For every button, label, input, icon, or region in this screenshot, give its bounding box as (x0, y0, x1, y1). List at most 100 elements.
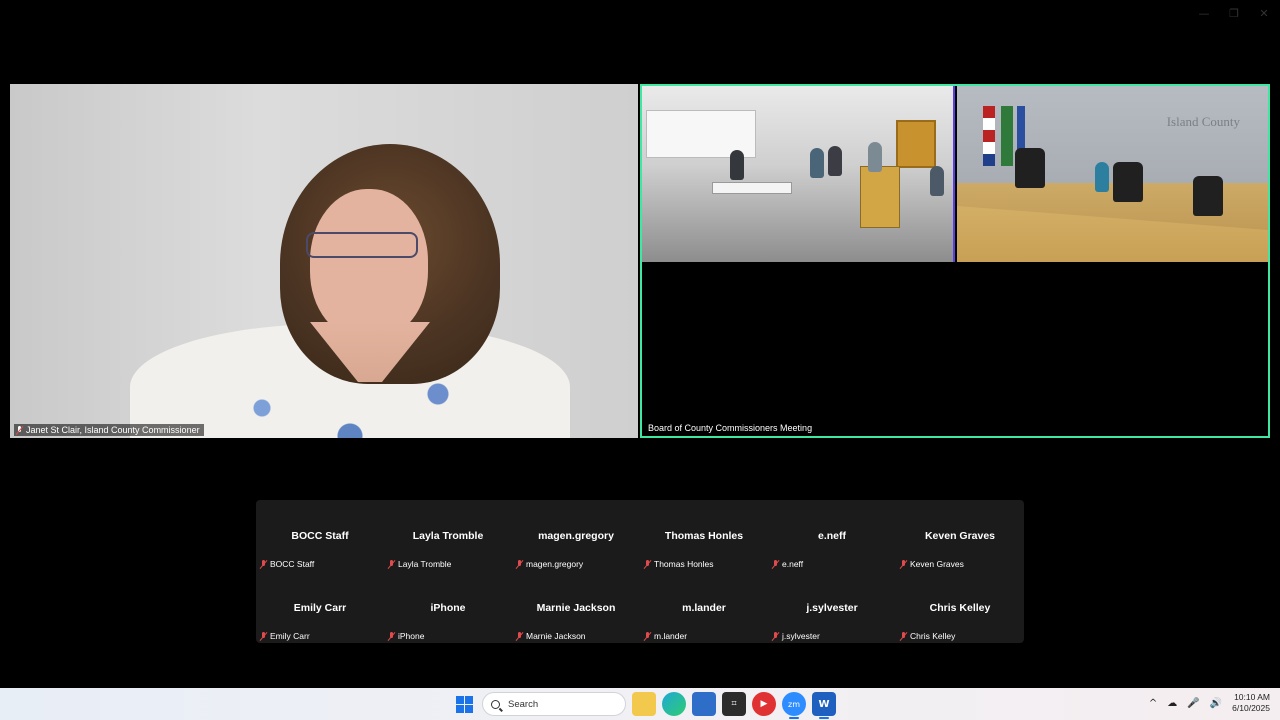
participant-tile[interactable]: j.sylvester j.sylvester (768, 572, 896, 644)
participant-tag-label: Layla Tromble (398, 559, 452, 569)
close-icon[interactable]: ✕ (1256, 6, 1272, 22)
participant-tag-label: Chris Kelley (910, 631, 956, 641)
commissioner-person (1095, 162, 1109, 192)
participant-name-tag: Layla Tromble (388, 559, 451, 569)
participant-display-name: Marnie Jackson (536, 602, 616, 614)
mic-muted-icon (644, 559, 651, 569)
participant-name-tag: magen.gregory (516, 559, 583, 569)
clock-time: 10:10 AM (1234, 692, 1270, 702)
clock-date: 6/10/2025 (1232, 703, 1270, 713)
active-indicator (819, 717, 829, 719)
zoom-icon[interactable]: zm (782, 692, 806, 719)
window-controls: — ❐ ✕ (1196, 6, 1272, 22)
speaker-face (310, 189, 428, 339)
participant-tag-label: Marnie Jackson (526, 631, 586, 641)
participant-display-name: BOCC Staff (291, 530, 349, 542)
mic-muted-icon (516, 631, 523, 641)
participant-tile[interactable]: Layla Tromble Layla Tromble (384, 500, 512, 572)
participant-tile[interactable]: Thomas Honles Thomas Honles (640, 500, 768, 572)
participant-display-name: Thomas Honles (664, 530, 744, 542)
participant-name-tag: m.lander (644, 631, 687, 641)
participant-tile[interactable]: Emily Carr Emily Carr (256, 572, 384, 644)
podium (860, 166, 900, 228)
mic-muted-icon (16, 425, 23, 435)
state-flag (1001, 106, 1013, 166)
dais-camera-view: Island County (957, 86, 1268, 262)
search-placeholder: Search (508, 698, 539, 710)
restore-icon[interactable]: ❐ (1226, 6, 1242, 22)
participant-display-name: Chris Kelley (929, 602, 991, 614)
edge-icon[interactable] (662, 692, 686, 716)
table (712, 182, 792, 194)
mic-muted-icon (772, 559, 779, 569)
speaker-name-tag: Janet St Clair, Island County Commission… (14, 424, 204, 436)
clock[interactable]: 10:10 AM 6/10/2025 (1232, 692, 1270, 714)
mic-muted-icon (388, 559, 395, 569)
participant-name-tag: j.sylvester (772, 631, 820, 641)
active-indicator (789, 717, 799, 719)
participant-gallery: BOCC Staff BOCC Staff Layla Tromble Layla T… (256, 500, 1024, 643)
audience-camera-view (642, 86, 955, 262)
participant-tile[interactable]: iPhone iPhone (384, 572, 512, 644)
volume-icon[interactable]: 🔊 (1210, 698, 1222, 709)
tray-overflow-icon[interactable]: ^ (1149, 698, 1157, 709)
minimize-icon[interactable]: — (1196, 6, 1212, 22)
participant-tag-label: Keven Graves (910, 559, 964, 569)
search-icon (491, 699, 500, 709)
audience-person (828, 146, 842, 176)
participant-tile[interactable]: Chris Kelley Chris Kelley (896, 572, 1024, 644)
room-name: Board of County Commissioners Meeting (648, 423, 813, 433)
store-icon[interactable] (692, 692, 716, 716)
media-icon[interactable]: ▶ (752, 692, 776, 716)
participant-display-name: Layla Tromble (412, 530, 484, 542)
participant-tag-label: BOCC Staff (270, 559, 315, 569)
participant-display-name: magen.gregory (538, 530, 614, 542)
participant-tag-label: Thomas Honles (654, 559, 714, 569)
mic-muted-icon (516, 559, 523, 569)
audience-person (930, 166, 944, 196)
participant-tag-label: iPhone (398, 631, 425, 641)
system-tray: ^ ☁ 🎤 🔊 10:10 AM 6/10/2025 (1149, 692, 1270, 714)
vscode-icon[interactable]: ⌗ (722, 692, 746, 716)
windows-start-icon[interactable] (452, 692, 476, 716)
mic-muted-icon (644, 631, 651, 641)
file-explorer-icon[interactable] (632, 692, 656, 716)
mic-muted-icon (900, 559, 907, 569)
participant-tile[interactable]: Marnie Jackson Marnie Jackson (512, 572, 640, 644)
microphone-icon[interactable]: 🎤 (1187, 698, 1199, 709)
participant-name-tag: Chris Kelley (900, 631, 955, 641)
participant-tile[interactable]: m.lander m.lander (640, 572, 768, 644)
chair (1113, 162, 1143, 202)
onedrive-icon[interactable]: ☁ (1167, 698, 1177, 709)
audience-person (730, 150, 744, 180)
chair (1015, 148, 1045, 188)
word-icon[interactable]: W (812, 692, 836, 719)
participant-tile[interactable]: BOCC Staff BOCC Staff (256, 500, 384, 572)
participant-name-tag: Thomas Honles (644, 559, 714, 569)
taskbar-search[interactable]: Search (482, 692, 626, 716)
audience-person (868, 142, 882, 172)
room-video-tile[interactable]: Island County Board of County Commission… (640, 84, 1270, 438)
dais-sign: Island County (1166, 114, 1240, 129)
participant-display-name: m.lander (682, 602, 726, 614)
participant-display-name: j.sylvester (806, 602, 858, 614)
participant-name-tag: Marnie Jackson (516, 631, 586, 641)
mic-muted-icon (900, 631, 907, 641)
audience-person (810, 148, 824, 178)
mic-muted-icon (772, 631, 779, 641)
mic-muted-icon (260, 559, 267, 569)
participant-tile[interactable]: Keven Graves Keven Graves (896, 500, 1024, 572)
taskbar: Search ⌗ ▶ zm W ^ ☁ 🎤 🔊 10:10 AM 6/10/20… (0, 688, 1280, 720)
participant-tile[interactable]: e.neff e.neff (768, 500, 896, 572)
participant-tile[interactable]: magen.gregory magen.gregory (512, 500, 640, 572)
speaker-video-tile[interactable]: Janet St Clair, Island County Commission… (10, 84, 638, 438)
speaker-glasses (306, 232, 418, 258)
participant-tag-label: j.sylvester (782, 631, 820, 641)
mic-muted-icon (388, 631, 395, 641)
participant-name-tag: Emily Carr (260, 631, 310, 641)
door (896, 120, 936, 168)
participant-tag-label: Emily Carr (270, 631, 310, 641)
participant-display-name: Keven Graves (924, 530, 996, 542)
participant-name-tag: Keven Graves (900, 559, 964, 569)
chair (1193, 176, 1223, 216)
